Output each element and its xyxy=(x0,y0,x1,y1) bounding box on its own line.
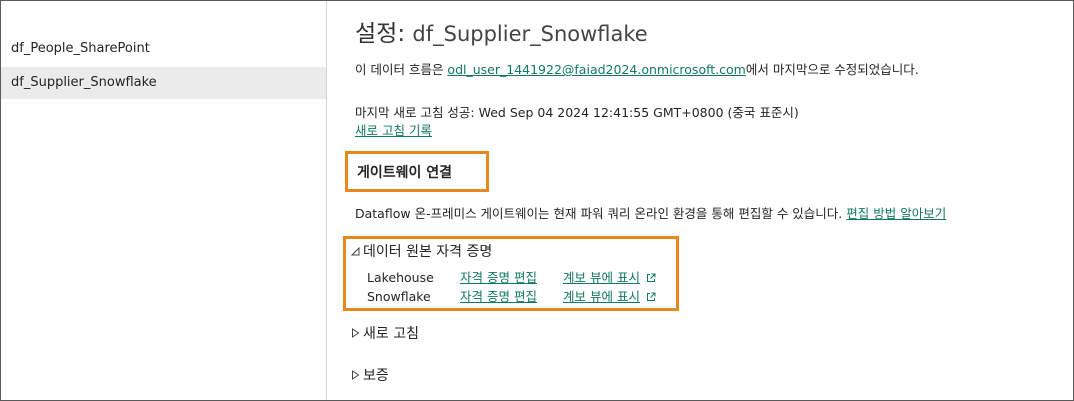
dataflow-sidebar: df_People_SharePoint df_Supplier_Snowfla… xyxy=(1,1,327,400)
triangle-right-icon xyxy=(351,328,363,341)
triangle-down-icon xyxy=(350,246,363,259)
page-title: 설정: df_Supplier_Snowflake xyxy=(355,19,648,49)
learn-edit-link[interactable]: 편집 방법 알아보기 xyxy=(846,206,946,221)
endorsement-section-header[interactable]: 보증 xyxy=(351,365,389,385)
sidebar-item-df-supplier-snowflake[interactable]: df_Supplier_Snowflake xyxy=(1,67,326,99)
show-in-lineage-link[interactable]: 계보 뷰에 표시 xyxy=(563,270,640,285)
refresh-section-header[interactable]: 새로 고침 xyxy=(351,323,419,343)
refresh-status: 마지막 새로 고침 성공: Wed Sep 04 2024 12:41:55 G… xyxy=(355,105,799,120)
sidebar-item-df-people-sharepoint[interactable]: df_People_SharePoint xyxy=(1,33,326,65)
gateway-description-row: Dataflow 온-프레미스 게이트웨이는 현재 파워 쿼리 온라인 환경을 … xyxy=(355,205,946,223)
modified-user-link[interactable]: odl_user_1441922@faiad2024.onmicrosoft.c… xyxy=(447,62,745,77)
modified-prefix: 이 데이터 흐름은 xyxy=(355,62,448,77)
triangle-right-icon xyxy=(351,370,363,383)
gateway-heading: 게이트웨이 연결 xyxy=(357,165,453,181)
credential-row-lakehouse: Lakehouse 자격 증명 편집 계보 뷰에 표시 xyxy=(367,268,656,287)
edit-credentials-link[interactable]: 자격 증명 편집 xyxy=(460,289,537,304)
settings-window: df_People_SharePoint df_Supplier_Snowfla… xyxy=(0,0,1074,401)
edit-credentials-link[interactable]: 자격 증명 편집 xyxy=(460,270,537,285)
page-title-value: df_Supplier_Snowflake xyxy=(412,22,648,46)
endorsement-section-title: 보증 xyxy=(363,368,389,384)
credential-source-name: Snowflake xyxy=(367,289,431,304)
settings-main: 설정: df_Supplier_Snowflake 이 데이터 흐름은 odl_… xyxy=(343,1,1065,400)
credentials-section-title: 데이터 원본 자격 증명 xyxy=(363,244,493,260)
refresh-section-title: 새로 고침 xyxy=(363,326,419,342)
credential-source-name: Lakehouse xyxy=(367,270,434,285)
refresh-history-link[interactable]: 새로 고침 기록 xyxy=(355,122,432,140)
show-in-lineage-link[interactable]: 계보 뷰에 표시 xyxy=(563,289,640,304)
modified-suffix: 에서 마지막으로 수정되었습니다. xyxy=(745,62,919,77)
external-link-icon xyxy=(646,269,656,282)
credential-row-snowflake: Snowflake 자격 증명 편집 계보 뷰에 표시 xyxy=(367,287,656,306)
credentials-section-header[interactable]: 데이터 원본 자격 증명 xyxy=(350,241,493,261)
page-title-key: 설정: xyxy=(355,21,406,47)
gateway-description: Dataflow 온-프레미스 게이트웨이는 현재 파워 쿼리 온라인 환경을 … xyxy=(355,206,843,221)
external-link-icon xyxy=(646,288,656,301)
modified-info: 이 데이터 흐름은 odl_user_1441922@faiad2024.onm… xyxy=(355,61,919,79)
